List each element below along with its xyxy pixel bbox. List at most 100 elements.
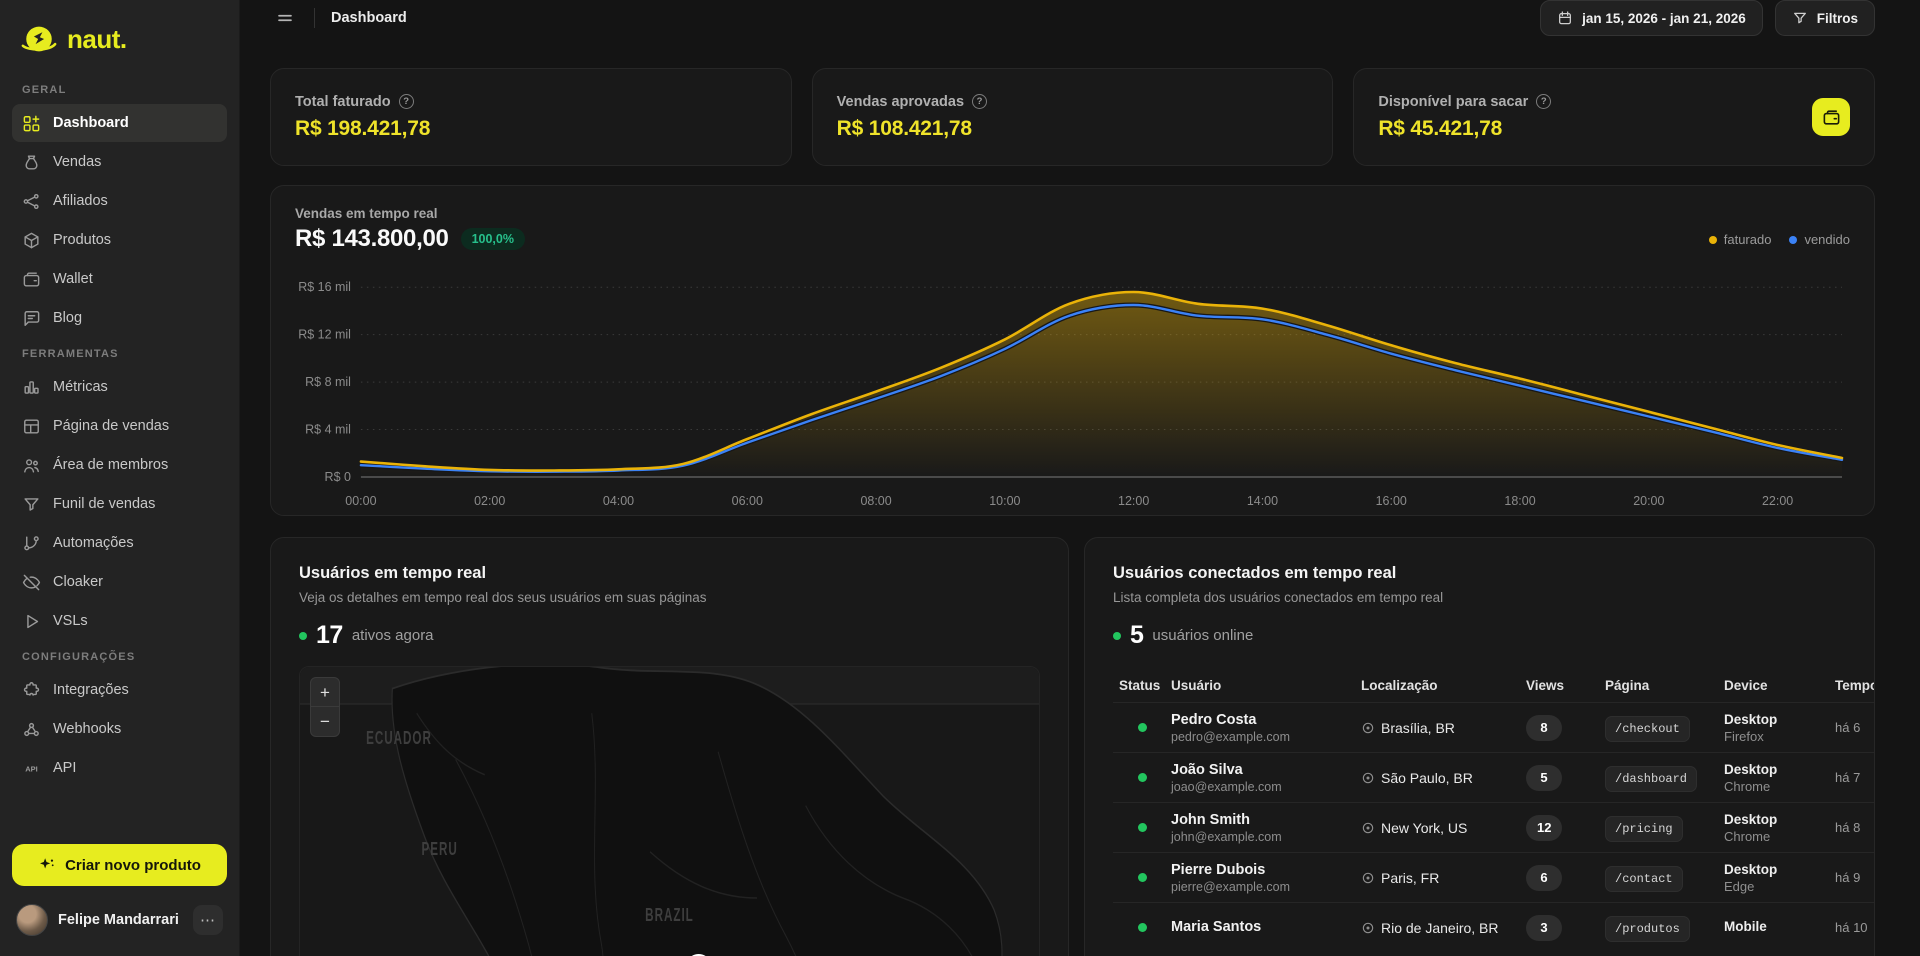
sidebar-item-metricas[interactable]: Métricas bbox=[12, 368, 227, 406]
table-row: Pedro Costa pedro@example.com Brasília, … bbox=[1113, 702, 1875, 752]
sidebar-item-afiliados[interactable]: Afiliados bbox=[12, 182, 227, 220]
user-menu-button[interactable]: ⋯ bbox=[193, 905, 223, 935]
column-device: Device bbox=[1724, 678, 1835, 693]
x-axis-tick: 04:00 bbox=[603, 494, 634, 508]
sidebar-item-cloaker[interactable]: Cloaker bbox=[12, 563, 227, 601]
menu-toggle-button[interactable] bbox=[272, 5, 298, 31]
sidebar-item-label: Métricas bbox=[53, 379, 108, 395]
active-dot bbox=[299, 632, 307, 640]
sidebar-item-webhooks[interactable]: Webhooks bbox=[12, 710, 227, 748]
time-ago: há 10 bbox=[1835, 920, 1868, 935]
wallet-icon bbox=[22, 270, 41, 289]
sidebar-item-funil-de-vendas[interactable]: Funil de vendas bbox=[12, 485, 227, 523]
sidebar-section: GERAL Dashboard Vendas Afiliados Produto… bbox=[12, 74, 227, 337]
help-icon[interactable] bbox=[972, 94, 987, 109]
y-axis-tick: R$ 4 mil bbox=[305, 423, 351, 437]
x-axis-tick: 16:00 bbox=[1376, 494, 1407, 508]
sidebar-section-label: GERAL bbox=[12, 74, 227, 104]
time-ago: há 7 bbox=[1835, 770, 1860, 785]
column-views: Views bbox=[1526, 678, 1605, 693]
x-axis-tick: 08:00 bbox=[860, 494, 891, 508]
sidebar-item-integracoes[interactable]: Integrações bbox=[12, 671, 227, 709]
sidebar-item-pagina-de-vendas[interactable]: Página de vendas bbox=[12, 407, 227, 445]
logo[interactable]: naut. bbox=[12, 14, 227, 74]
map-label-ecuador: ECUADOR bbox=[366, 728, 432, 748]
sidebar-section: FERRAMENTAS Métricas Página de vendas Ár… bbox=[12, 338, 227, 640]
chart-legend: faturado vendido bbox=[1709, 232, 1850, 247]
sidebar-item-wallet[interactable]: Wallet bbox=[12, 260, 227, 298]
panel-title: Usuários em tempo real bbox=[299, 564, 1040, 583]
active-count: 17 bbox=[316, 621, 343, 650]
page-badge: /produtos bbox=[1605, 916, 1690, 942]
stat-card-vendas-aprovadas: Vendas aprovadas R$ 108.421,78 bbox=[812, 68, 1334, 166]
affiliates-network-icon bbox=[22, 192, 41, 211]
status-online-dot bbox=[1138, 773, 1147, 782]
status-online-dot bbox=[1138, 823, 1147, 832]
map-zoom-in-button[interactable]: + bbox=[311, 678, 339, 707]
views-badge: 6 bbox=[1526, 865, 1562, 891]
user-name: John Smith bbox=[1171, 812, 1361, 828]
main-area: Dashboard jan 15, 2026 - jan 21, 2026 Fi… bbox=[240, 0, 1920, 956]
create-product-button[interactable]: Criar novo produto bbox=[12, 844, 227, 886]
user-name: Felipe Mandarrari bbox=[58, 912, 183, 928]
sidebar-item-dashboard[interactable]: Dashboard bbox=[12, 104, 227, 142]
user-location: New York, US bbox=[1381, 820, 1467, 836]
views-badge: 5 bbox=[1526, 765, 1562, 791]
realtime-map[interactable]: + − bbox=[299, 666, 1040, 956]
legend-item-vendido[interactable]: vendido bbox=[1789, 232, 1850, 247]
sidebar-item-vsls[interactable]: VSLs bbox=[12, 602, 227, 640]
sidebar-item-area-de-membros[interactable]: Área de membros bbox=[12, 446, 227, 484]
x-axis-tick: 10:00 bbox=[989, 494, 1020, 508]
online-label: usuários online bbox=[1152, 627, 1253, 644]
page-badge: /pricing bbox=[1605, 816, 1683, 842]
user-email: john@example.com bbox=[1171, 830, 1361, 844]
filters-button[interactable]: Filtros bbox=[1775, 0, 1875, 36]
sidebar-section-items: Métricas Página de vendas Área de membro… bbox=[12, 368, 227, 640]
sidebar-item-vendas[interactable]: Vendas bbox=[12, 143, 227, 181]
device-type: Mobile bbox=[1724, 919, 1835, 934]
map-zoom-out-button[interactable]: − bbox=[311, 707, 339, 736]
naut-planet-logo-icon bbox=[20, 22, 58, 56]
sidebar-item-label: API bbox=[53, 760, 76, 776]
logo-text: naut. bbox=[67, 24, 127, 55]
members-icon bbox=[22, 456, 41, 475]
table-row: Pierre Dubois pierre@example.com Paris, … bbox=[1113, 852, 1875, 902]
device-type: Desktop bbox=[1724, 812, 1835, 827]
withdraw-button[interactable] bbox=[1812, 98, 1850, 136]
user-row: Felipe Mandarrari ⋯ bbox=[12, 900, 227, 940]
faturado-area bbox=[361, 292, 1842, 477]
x-axis-tick: 18:00 bbox=[1504, 494, 1535, 508]
connected-users-table: Status Usuário Localização Views Página … bbox=[1113, 668, 1875, 952]
sidebar-item-automacoes[interactable]: Automações bbox=[12, 524, 227, 562]
sidebar-item-produtos[interactable]: Produtos bbox=[12, 221, 227, 259]
user-location: Paris, FR bbox=[1381, 870, 1439, 886]
table-row: João Silva joao@example.com São Paulo, B… bbox=[1113, 752, 1875, 802]
time-ago: há 9 bbox=[1835, 870, 1860, 885]
stat-value: R$ 45.421,78 bbox=[1378, 117, 1812, 141]
legend-item-faturado[interactable]: faturado bbox=[1709, 232, 1772, 247]
dashboard-icon bbox=[22, 114, 41, 133]
user-email: pierre@example.com bbox=[1171, 880, 1361, 894]
y-axis-tick: R$ 16 mil bbox=[298, 280, 351, 294]
sidebar-item-label: Webhooks bbox=[53, 721, 121, 737]
sidebar-item-api[interactable]: API API bbox=[12, 749, 227, 787]
avatar[interactable] bbox=[16, 904, 48, 936]
date-range-button[interactable]: jan 15, 2026 - jan 21, 2026 bbox=[1540, 0, 1763, 36]
y-axis-tick: R$ 12 mil bbox=[298, 328, 351, 342]
sidebar-item-label: Automações bbox=[53, 535, 134, 551]
layout-icon bbox=[22, 417, 41, 436]
south-america-map: ECUADOR PERU BRAZIL BOLIVIA bbox=[300, 667, 1039, 956]
device-type: Desktop bbox=[1724, 762, 1835, 777]
help-icon[interactable] bbox=[1536, 94, 1551, 109]
table-header: Status Usuário Localização Views Página … bbox=[1113, 668, 1875, 702]
table-body: Pedro Costa pedro@example.com Brasília, … bbox=[1113, 702, 1875, 952]
sidebar-item-blog[interactable]: Blog bbox=[12, 299, 227, 337]
help-icon[interactable] bbox=[399, 94, 414, 109]
connected-users-card: Usuários conectados em tempo real Lista … bbox=[1084, 537, 1875, 956]
user-name: João Silva bbox=[1171, 762, 1361, 778]
table-row: Maria Santos Rio de Janeiro, BR 3 /produ… bbox=[1113, 902, 1875, 952]
play-icon bbox=[22, 612, 41, 631]
app-root: naut. GERAL Dashboard Vendas Afiliados P… bbox=[0, 0, 1920, 956]
status-online-dot bbox=[1138, 723, 1147, 732]
sidebar-item-label: Afiliados bbox=[53, 193, 108, 209]
